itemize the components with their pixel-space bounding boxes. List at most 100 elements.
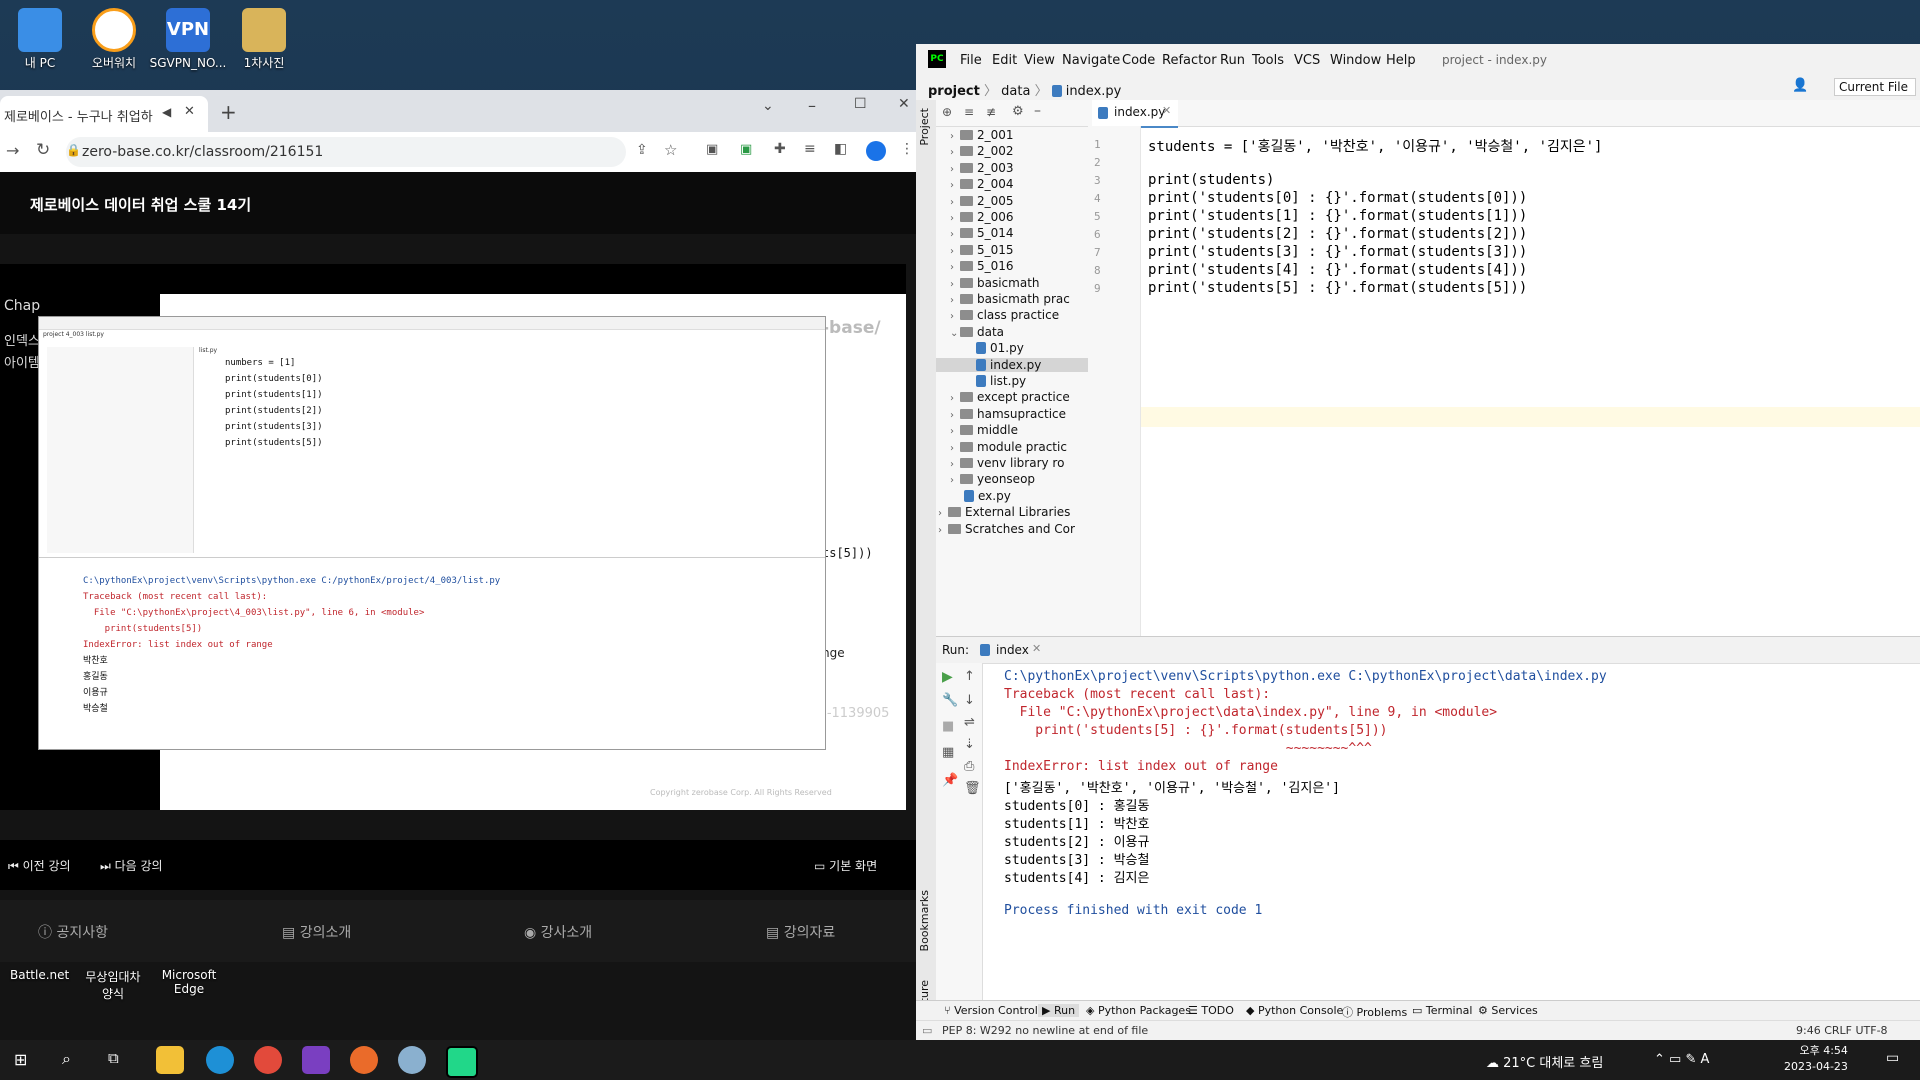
layout-icon[interactable]: ▦ — [942, 745, 954, 760]
notification-icon[interactable]: ▭ — [1886, 1050, 1899, 1066]
tree-item[interactable]: 01.py — [976, 341, 1024, 355]
tree-item[interactable]: › basicmath — [950, 276, 1040, 290]
tree-item[interactable]: index.py — [936, 357, 1088, 372]
tree-item[interactable]: › hamsupractice — [950, 407, 1066, 421]
visual-studio-icon[interactable] — [302, 1046, 330, 1074]
chevron-icon[interactable]: › — [950, 131, 960, 142]
menu-tools[interactable]: Tools — [1252, 53, 1284, 68]
tree-item[interactable]: › basicmath prac — [950, 292, 1070, 306]
code-editor[interactable]: index.py ✕ 1 2 3 4 5 6 7 8 9 students = ['홍길동', … — [1088, 100, 1920, 636]
minimize-icon[interactable]: – — [808, 96, 816, 115]
tree-item[interactable]: › module practic — [950, 440, 1067, 454]
browser-tab[interactable]: 제로베이스 - 누구나 취업하 ◀ ✕ — [0, 96, 208, 132]
code-line[interactable]: students = ['홍길동', '박찬호', '이용규', '박승철', … — [1148, 136, 1603, 156]
chevron-icon[interactable]: › — [950, 180, 960, 191]
chevron-icon[interactable]: › — [950, 229, 960, 240]
tree-item[interactable]: ⌄ data — [950, 325, 1004, 339]
profile-avatar[interactable] — [866, 141, 886, 161]
menu-refactor[interactable]: Refactor — [1162, 53, 1217, 68]
scroll-down-icon[interactable]: ↓ — [964, 693, 975, 708]
code-line[interactable]: print('students[4] : {}'.format(students… — [1148, 262, 1527, 278]
mute-icon[interactable]: ◀ — [162, 105, 171, 119]
chevron-icon[interactable]: › — [950, 213, 960, 224]
tree-item[interactable]: › yeonseop — [950, 472, 1035, 486]
chevron-icon[interactable]: › — [950, 295, 960, 306]
project-tool-button[interactable]: Project — [918, 108, 931, 146]
chrome-icon[interactable] — [254, 1046, 282, 1074]
python-icon[interactable] — [398, 1046, 426, 1074]
task-view-icon[interactable]: ⧉ — [108, 1049, 119, 1067]
ie-icon[interactable] — [206, 1046, 234, 1074]
tree-item[interactable]: › 2_006 — [950, 210, 1014, 224]
star-icon[interactable]: ☆ — [664, 141, 677, 159]
menu-run[interactable]: Run — [1220, 53, 1245, 68]
tree-item[interactable]: › 2_003 — [950, 161, 1014, 175]
tool-python-console[interactable]: ◆ Python Console — [1246, 1004, 1343, 1017]
chevron-down-icon[interactable]: ⌄ — [762, 98, 774, 114]
code-line[interactable]: print('students[5] : {}'.format(students… — [1148, 280, 1527, 296]
run-config-dropdown[interactable]: Current File — [1834, 78, 1916, 96]
menu-view[interactable]: View — [1024, 53, 1055, 68]
tree-item[interactable]: › venv library ro — [950, 456, 1064, 470]
tool-todo[interactable]: ☰ TODO — [1188, 1004, 1234, 1017]
rerun-icon[interactable]: ▶ — [942, 669, 953, 685]
nav-instructor[interactable]: ◉ 강사소개 — [524, 922, 592, 942]
menu-window[interactable]: Window — [1330, 53, 1381, 68]
tree-item[interactable]: ex.py — [964, 489, 1011, 503]
code-line[interactable]: print('students[1] : {}'.format(students… — [1148, 208, 1527, 224]
scroll-up-icon[interactable]: ↑ — [964, 669, 975, 684]
hide-panel-icon[interactable]: – — [1034, 103, 1041, 119]
start-icon[interactable]: ⊞ — [14, 1050, 27, 1069]
close-run-tab-icon[interactable]: ✕ — [1032, 642, 1041, 655]
desktop-icon-battlenet[interactable]: Battle.net — [10, 968, 69, 982]
menu-edit[interactable]: Edit — [992, 53, 1017, 68]
maximize-icon[interactable]: ☐ — [854, 96, 867, 112]
trash-icon[interactable]: 🗑 — [964, 781, 981, 796]
desktop-icon-lease-form[interactable]: 무상임대차 양식 — [80, 968, 146, 1002]
tree-item[interactable]: › External Libraries — [938, 505, 1070, 519]
desktop-icon-overwatch[interactable]: 오버워치 — [74, 8, 154, 71]
extension-icon[interactable]: ▣ — [706, 142, 718, 157]
close-window-icon[interactable]: ✕ — [898, 96, 910, 112]
locate-icon[interactable]: ⊕ — [942, 105, 952, 119]
soft-wrap-icon[interactable]: ⇌ — [964, 715, 975, 730]
puzzle-icon[interactable]: ✚ — [774, 141, 786, 157]
weather-widget[interactable]: ☁ 21°C 대체로 흐림 — [1486, 1052, 1603, 1071]
expand-all-icon[interactable]: ≢ — [986, 105, 996, 119]
code-line[interactable]: print(students) — [1148, 172, 1274, 188]
tree-item[interactable]: › except practice — [950, 390, 1070, 404]
system-tray-icons[interactable]: ⌃ ▭ ✎ A — [1654, 1052, 1709, 1067]
status-window-icon[interactable]: ▭ — [922, 1024, 932, 1037]
gear-icon[interactable]: ⚙ — [1012, 104, 1024, 119]
nav-course-intro[interactable]: ▤ 강의소개 — [282, 922, 351, 942]
collapse-all-icon[interactable]: ≡ — [964, 105, 974, 119]
next-lecture-button[interactable]: ⏭ 다음 강의 — [100, 857, 163, 874]
print-icon[interactable]: ⎙ — [964, 759, 974, 774]
stop-icon[interactable]: ■ — [942, 719, 954, 734]
file-explorer-icon[interactable] — [156, 1046, 184, 1074]
desktop-icon-photos[interactable]: 1차사진 — [224, 8, 304, 71]
menu-file[interactable]: File — [960, 53, 982, 68]
prev-lecture-button[interactable]: ⏮ 이전 강의 — [8, 857, 71, 874]
chevron-icon[interactable]: › — [938, 525, 948, 536]
tree-item[interactable]: › 5_016 — [950, 259, 1014, 273]
tree-item[interactable]: › Scratches and Cor — [938, 522, 1075, 536]
menu-code[interactable]: Code — [1122, 53, 1155, 68]
tool-version-control[interactable]: ⑂ Version Control — [944, 1004, 1038, 1017]
reading-list-icon[interactable]: ≡ — [804, 141, 816, 157]
chevron-icon[interactable]: › — [950, 410, 960, 421]
tree-item[interactable]: › middle — [950, 423, 1018, 437]
chevron-icon[interactable]: › — [950, 147, 960, 158]
menu-vcs[interactable]: VCS — [1294, 53, 1320, 68]
taskbar-clock[interactable]: 오후 4:54 2023-04-23 — [1784, 1043, 1848, 1075]
tree-item[interactable]: › 5_015 — [950, 243, 1014, 257]
pin-icon[interactable]: 📌 — [942, 773, 958, 788]
status-position-encoding[interactable]: 9:46 CRLF UTF-8 — [1796, 1024, 1888, 1037]
chevron-icon[interactable]: › — [950, 459, 960, 470]
pycharm-taskbar-icon[interactable] — [446, 1046, 478, 1078]
chevron-icon[interactable]: ⌄ — [950, 328, 960, 339]
nav-notice[interactable]: ⓘ 공지사항 — [38, 922, 108, 942]
tree-item[interactable]: › 5_014 — [950, 226, 1014, 240]
tool-terminal[interactable]: ▭ Terminal — [1412, 1004, 1472, 1017]
sidebar-icon[interactable]: ◧ — [834, 141, 847, 157]
